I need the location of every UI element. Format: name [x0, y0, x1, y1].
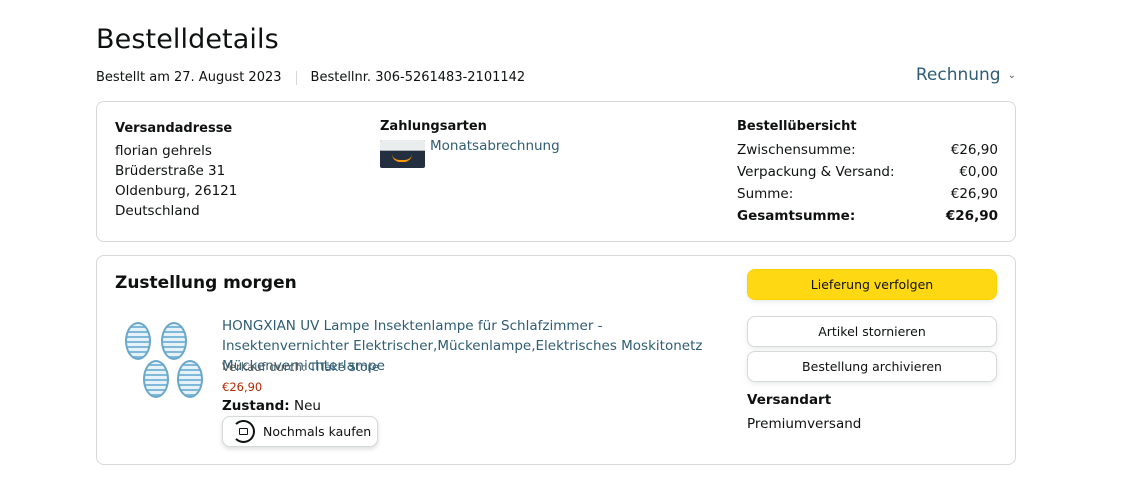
amazon-card-icon: [380, 140, 425, 168]
condition-label: Zustand:: [222, 398, 290, 414]
overview-value: €26,90: [950, 186, 998, 202]
product-image[interactable]: [121, 320, 209, 402]
overview-row-shipping: Verpackung & Versand: €0,00: [737, 162, 998, 182]
address-name: florian gehrels: [115, 143, 212, 159]
shipping-method-title: Versandart: [747, 392, 832, 408]
payment-methods: Zahlungsarten Monatsabrechnung: [380, 119, 560, 168]
overview-value: €26,90: [950, 142, 998, 158]
order-overview: Bestellübersicht Zwischensumme: €26,90 V…: [737, 119, 998, 228]
invoice-label: Rechnung: [915, 65, 1001, 85]
delivery-card: Zustellung morgen HONGXIAN UV Lampe Inse…: [96, 255, 1016, 465]
buy-again-icon: [232, 420, 255, 443]
total-value: €26,90: [945, 208, 998, 224]
track-package-button[interactable]: Lieferung verfolgen: [747, 269, 997, 300]
overview-label: Summe:: [737, 186, 794, 202]
shipping-method-value: Premiumversand: [747, 416, 862, 432]
order-summary-card: Versandadresse florian gehrels Brüderstr…: [96, 101, 1016, 242]
delivery-status-title: Zustellung morgen: [115, 273, 297, 293]
page-title: Bestelldetails: [96, 24, 279, 55]
condition-value: Neu: [293, 398, 321, 414]
chevron-down-icon: ⌄: [1007, 69, 1016, 81]
cancel-items-button[interactable]: Artikel stornieren: [747, 316, 997, 347]
overview-label: Verpackung & Versand:: [737, 164, 895, 180]
seller-link[interactable]: TiTake Store: [309, 360, 378, 374]
order-number: Bestellnr. 306-5261483-2101142: [310, 70, 526, 85]
buy-again-button[interactable]: Nochmals kaufen: [222, 416, 378, 447]
overview-row-sum: Summe: €26,90: [737, 184, 998, 204]
product-condition: Zustand: Neu: [222, 398, 321, 414]
product-price: €26,90: [222, 380, 263, 394]
overview-row-subtotal: Zwischensumme: €26,90: [737, 140, 998, 160]
order-date: Bestellt am 27. August 2023: [96, 70, 282, 85]
seller-prefix: Verkauf durch:: [222, 360, 306, 374]
seller-info: Verkauf durch: TiTake Store: [222, 360, 379, 374]
total-label: Gesamtsumme:: [737, 208, 856, 224]
overview-title: Bestellübersicht: [737, 119, 857, 134]
address-street: Brüderstraße 31: [115, 163, 226, 179]
shipping-address: Versandadresse florian gehrels Brüderstr…: [115, 119, 237, 221]
payment-title: Zahlungsarten: [380, 119, 487, 134]
meta-divider: [295, 70, 297, 85]
payment-method-link[interactable]: Monatsabrechnung: [430, 138, 560, 154]
overview-label: Zwischensumme:: [737, 142, 856, 158]
overview-row-total: Gesamtsumme: €26,90: [737, 206, 998, 226]
archive-order-button[interactable]: Bestellung archivieren: [747, 351, 997, 382]
address-country: Deutschland: [115, 203, 200, 219]
order-meta: Bestellt am 27. August 2023 Bestellnr. 3…: [96, 70, 525, 85]
address-title: Versandadresse: [115, 121, 233, 136]
overview-value: €0,00: [959, 164, 998, 180]
address-city: Oldenburg, 26121: [115, 183, 238, 199]
invoice-dropdown[interactable]: Rechnung ⌄: [916, 65, 1016, 85]
buy-again-label: Nochmals kaufen: [263, 424, 372, 439]
